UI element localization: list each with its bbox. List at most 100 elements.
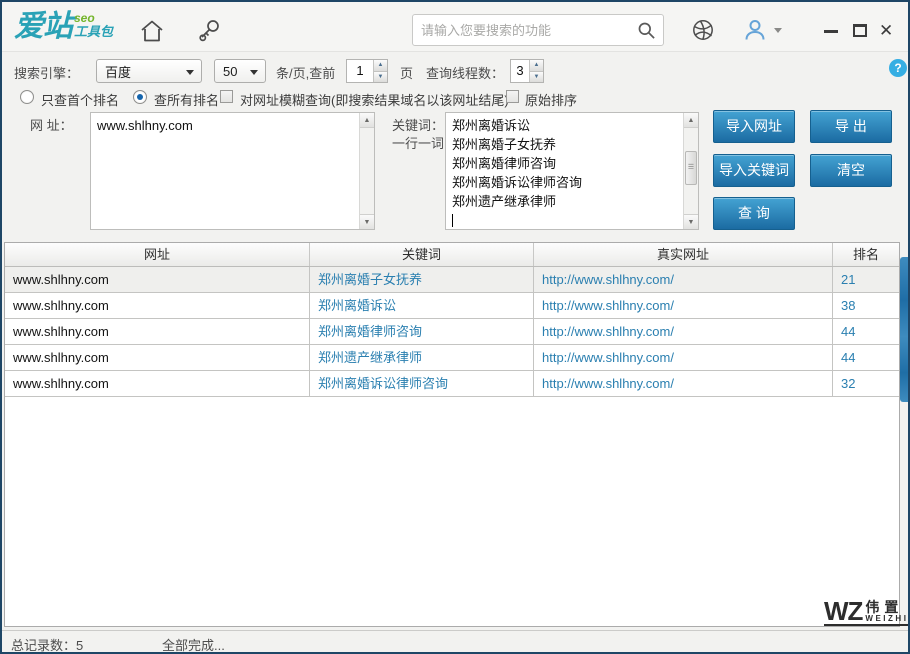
help-icon[interactable]: ? — [889, 59, 907, 77]
threads-spinner[interactable]: 3 ▲ ▼ — [510, 59, 544, 83]
spinner-up-icon[interactable]: ▲ — [374, 60, 387, 71]
keyword-sublabel: 一行一词 — [392, 136, 445, 151]
text-caret — [452, 214, 453, 227]
header-keyword[interactable]: 关键词 — [310, 243, 534, 266]
close-button[interactable]: ✕ — [879, 22, 897, 40]
url-textarea[interactable]: www.shlhny.com ▲ ▼ — [90, 112, 375, 230]
page-suffix-label: 页 — [400, 66, 414, 81]
per-page-suffix-label: 条/页,查前 — [276, 66, 336, 81]
url-label: 网 址： — [30, 118, 73, 133]
search-icon[interactable] — [637, 21, 656, 40]
total-records-text: 总记录数：5 — [11, 638, 84, 653]
scroll-up-icon[interactable]: ▲ — [684, 113, 698, 128]
cell-rank: 32 — [841, 376, 856, 391]
radio-all-ranks[interactable] — [133, 90, 147, 104]
logo-text-toolkit: 工具包 — [74, 24, 114, 39]
engine-select[interactable]: 百度 — [96, 59, 202, 83]
cell-rank: 44 — [841, 350, 856, 365]
cell-real-url[interactable]: http://www.shlhny.com/ — [534, 345, 833, 370]
app-logo: 爱站 seo 工具包 — [14, 10, 113, 44]
cell-real-url[interactable]: http://www.shlhny.com/ — [534, 371, 833, 396]
query-button[interactable]: 查 询 — [713, 197, 795, 230]
page-count-spinner[interactable]: 1 ▲ ▼ — [346, 59, 388, 83]
cell-real-url[interactable]: http://www.shlhny.com/ — [534, 319, 833, 344]
weizhi-watermark: WZ 伟置 WEIZHI — [824, 596, 908, 626]
keywords-lines: 郑州离婚诉讼 郑州离婚子女抚养 郑州离婚律师咨询 郑州离婚诉讼律师咨询 郑州遗产继承律师 — [446, 113, 698, 230]
cell-real-url[interactable]: http://www.shlhny.com/ — [534, 293, 833, 318]
radio-first-rank-only[interactable] — [20, 90, 34, 104]
per-page-selected-value: 50 — [223, 63, 238, 79]
close-icon: ✕ — [879, 21, 894, 40]
spinner-up-icon[interactable]: ▲ — [530, 60, 543, 71]
cell-keyword[interactable]: 郑州离婚律师咨询 — [310, 319, 534, 344]
search-input[interactable] — [421, 15, 621, 45]
function-search — [412, 14, 664, 46]
header-real-url[interactable]: 真实网址 — [534, 243, 833, 266]
table-row[interactable]: www.shlhny.com 郑州离婚诉讼律师咨询 http://www.shl… — [5, 371, 899, 397]
cell-keyword[interactable]: 郑州遗产继承律师 — [310, 345, 534, 370]
import-keywords-button[interactable]: 导入关键词 — [713, 154, 795, 187]
original-order-checkbox-label: 原始排序 — [525, 93, 578, 108]
table-row[interactable]: www.shlhny.com 郑州离婚诉讼 http://www.shlhny.… — [5, 293, 899, 319]
table-header: 网址 关键词 真实网址 排名 — [5, 243, 899, 267]
cell-keyword[interactable]: 郑州离婚子女抚养 — [310, 267, 534, 292]
minimize-icon — [824, 30, 838, 33]
radio-all-ranks-label: 查所有排名 — [154, 93, 220, 108]
spinner-down-icon[interactable]: ▼ — [374, 70, 387, 82]
chevron-down-icon — [186, 70, 194, 75]
keywords-scrollbar[interactable]: ▲ ☰ ▼ — [683, 113, 698, 229]
spinner-down-icon[interactable]: ▼ — [530, 70, 543, 82]
cell-keyword[interactable]: 郑州离婚诉讼律师咨询 — [310, 371, 534, 396]
radio-first-rank-label: 只查首个排名 — [41, 93, 120, 108]
results-body: www.shlhny.com 郑州离婚子女抚养 http://www.shlhn… — [5, 267, 899, 397]
user-key-icon[interactable] — [197, 18, 223, 44]
chevron-down-icon[interactable] — [774, 28, 782, 33]
threads-value: 3 — [516, 63, 524, 78]
logo-text-seo: seo — [74, 11, 95, 25]
fuzzy-url-checkbox[interactable] — [220, 90, 233, 103]
fuzzy-url-checkbox-label: 对网址模糊查询(即搜索结果域名以该网址结尾) — [240, 93, 509, 108]
scroll-down-icon[interactable]: ▼ — [684, 214, 698, 229]
header-rank[interactable]: 排名 — [833, 243, 899, 266]
header-url[interactable]: 网址 — [5, 243, 310, 266]
maximize-icon — [853, 24, 867, 37]
maximize-button[interactable] — [851, 22, 869, 40]
clear-button[interactable]: 清空 — [810, 154, 892, 187]
table-row[interactable]: www.shlhny.com 郑州遗产继承律师 http://www.shlhn… — [5, 345, 899, 371]
side-dock-tab[interactable] — [900, 257, 908, 402]
watermark-cn: 伟置 — [865, 599, 904, 615]
query-toolbar: 搜索引擎： 百度 50 条/页,查前 1 ▲ ▼ 页 查询线程数： 3 ▲ ▼ — [2, 53, 908, 87]
scroll-down-icon[interactable]: ▼ — [360, 214, 374, 229]
engine-label: 搜索引擎： — [14, 66, 80, 81]
original-order-checkbox[interactable] — [506, 90, 519, 103]
table-row[interactable]: www.shlhny.com 郑州离婚律师咨询 http://www.shlhn… — [5, 319, 899, 345]
title-bar: 爱站 seo 工具包 请输入您要搜索的功能 ✕ — [2, 2, 908, 52]
user-account-icon[interactable] — [742, 17, 768, 43]
globe-icon[interactable] — [690, 18, 716, 44]
page-count-value: 1 — [356, 63, 364, 78]
keyword-line: 郑州离婚诉讼 — [452, 118, 531, 133]
export-button[interactable]: 导 出 — [810, 110, 892, 143]
keyword-label: 关键词： — [392, 118, 445, 133]
minimize-button[interactable] — [822, 22, 840, 40]
scrollbar-thumb[interactable]: ☰ — [685, 151, 697, 185]
cell-keyword[interactable]: 郑州离婚诉讼 — [310, 293, 534, 318]
logo-text-main: 爱站 — [14, 10, 73, 43]
cell-url: www.shlhny.com — [5, 345, 310, 370]
engine-selected-value: 百度 — [105, 64, 132, 80]
table-row[interactable]: www.shlhny.com 郑州离婚子女抚养 http://www.shlhn… — [5, 267, 899, 293]
watermark-wz: WZ — [824, 596, 863, 626]
status-message: 全部完成... — [162, 638, 225, 653]
cell-rank: 21 — [841, 272, 856, 287]
per-page-select[interactable]: 50 — [214, 59, 266, 83]
import-url-button[interactable]: 导入网址 — [713, 110, 795, 143]
keywords-textarea[interactable]: 郑州离婚诉讼 郑州离婚子女抚养 郑州离婚律师咨询 郑州离婚诉讼律师咨询 郑州遗产继承律师… — [445, 112, 699, 230]
url-scrollbar[interactable]: ▲ ▼ — [359, 113, 374, 229]
scroll-up-icon[interactable]: ▲ — [360, 113, 374, 128]
keyword-line: 郑州遗产继承律师 — [452, 194, 557, 209]
cell-real-url[interactable]: http://www.shlhny.com/ — [534, 267, 833, 292]
cell-rank: 44 — [841, 324, 856, 339]
home-icon[interactable] — [139, 18, 165, 44]
threads-label: 查询线程数： — [426, 66, 505, 81]
cell-url: www.shlhny.com — [5, 293, 310, 318]
